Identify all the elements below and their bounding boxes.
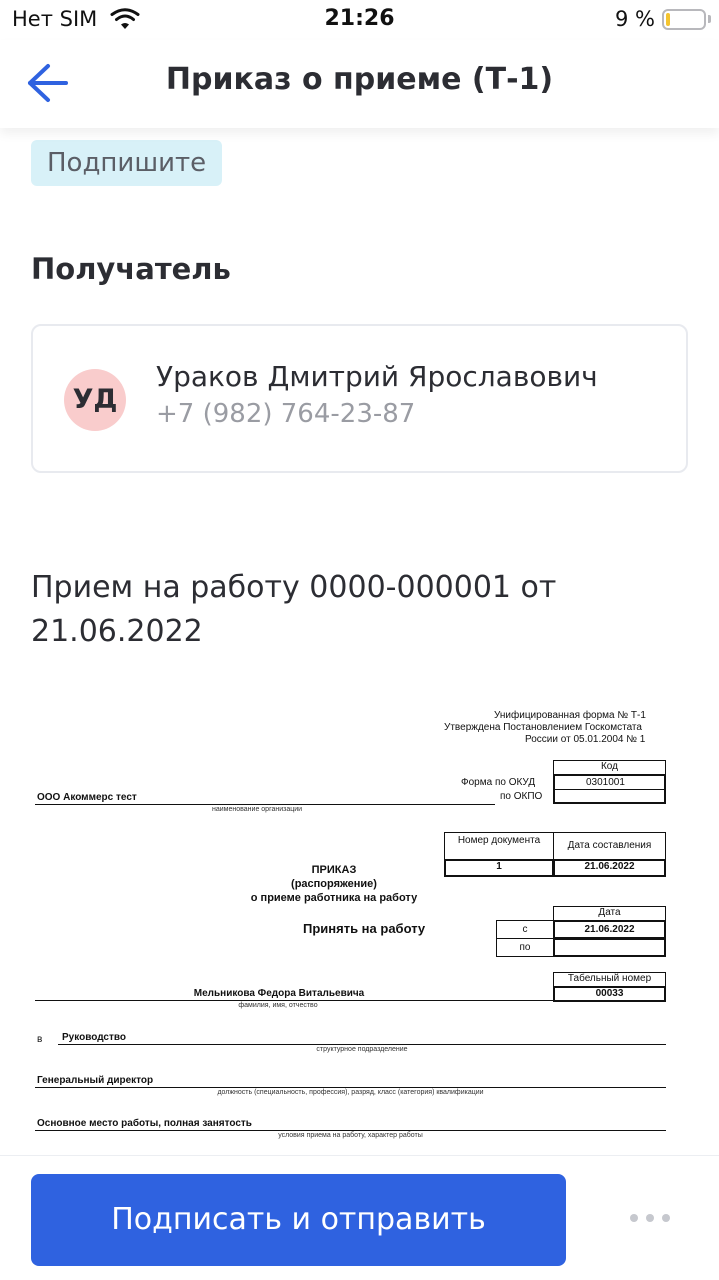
date-header-cell: Дата <box>553 906 666 921</box>
employee-caption: фамилия, имя, отчество <box>238 1002 318 1009</box>
doc-number-header: Номер документа <box>444 832 554 860</box>
battery-percent: 9 % <box>615 7 655 31</box>
battery-icon <box>662 9 706 30</box>
form-header-line1: Унифицированная форма № Т-1 <box>494 710 646 721</box>
date-label: Дата <box>598 907 621 918</box>
from-label-cell: с <box>496 920 554 939</box>
nav-bar: Приказ о приеме (Т-1) <box>0 40 719 128</box>
tab-number-header: Табельный номер <box>553 972 666 987</box>
tab-number: 00033 <box>595 988 624 999</box>
okud-value: 0301001 <box>586 777 625 788</box>
doc-date-label: Дата составления <box>567 840 652 851</box>
recipient-card[interactable]: УД Ураков Дмитрий Ярославович +7 (982) 7… <box>31 324 688 473</box>
document-title: Прием на работу 0000-000001 от 21.06.202… <box>31 570 557 649</box>
from-date: 21.06.2022 <box>584 924 635 935</box>
department: Руководство <box>62 1032 127 1043</box>
more-dots-icon[interactable] <box>626 1208 674 1228</box>
order-subject: о приеме работника на работу <box>250 892 418 904</box>
recipient-name: Ураков Дмитрий Ярославович <box>156 360 598 393</box>
position-caption: должность (специальность, профессия), ра… <box>217 1089 484 1096</box>
sign-and-send-button[interactable]: Подписать и отправить <box>31 1174 566 1266</box>
form-header-line3: России от 05.01.2004 № 1 <box>525 734 646 745</box>
organization-caption: наименование организации <box>212 806 303 813</box>
document-preview[interactable]: Унифицированная форма № Т-1 Утверждена П… <box>28 700 678 1150</box>
tab-number-cell: 00033 <box>553 986 666 1002</box>
from-label: с <box>522 924 528 935</box>
okud-label: Форма по ОКУД <box>461 777 536 788</box>
tab-number-label: Табельный номер <box>567 973 652 984</box>
hire-label: Принять на работу <box>303 921 426 936</box>
doc-date-header: Дата составления <box>553 832 666 860</box>
organization-name: ООО Акоммерс тест <box>37 792 137 803</box>
employee-line <box>35 1000 553 1001</box>
recipient-section-title: Получатель <box>31 252 231 286</box>
battery-tip <box>708 15 711 23</box>
okud-divider <box>555 789 664 790</box>
order-title: ПРИКАЗ <box>311 864 357 876</box>
department-caption: структурное подразделение <box>316 1046 408 1053</box>
status-badge: Подпишите <box>31 140 223 186</box>
to-label-cell: по <box>496 938 554 957</box>
conditions-line <box>35 1130 666 1131</box>
recipient-phone: +7 (982) 764-23-87 <box>156 399 416 429</box>
organization-line <box>35 804 495 805</box>
position-line <box>35 1087 666 1088</box>
to-label: по <box>519 942 531 953</box>
doc-number-label: Номер документа <box>457 835 541 846</box>
order-subtitle: (распоряжение) <box>291 878 377 890</box>
status-bar: Нет SIM 21:26 9 % <box>0 0 719 40</box>
conditions: Основное место работы, полная занятость <box>37 1118 252 1129</box>
okpo-label: по ОКПО <box>500 791 543 802</box>
code-header-cell: Код <box>553 760 666 775</box>
clock: 21:26 <box>324 6 395 31</box>
position: Генеральный директор <box>37 1075 154 1086</box>
to-date-cell <box>553 938 666 957</box>
from-date-cell: 21.06.2022 <box>553 920 666 939</box>
code-label: Код <box>600 761 618 772</box>
avatar: УД <box>64 369 126 431</box>
bottom-action-bar: Подписать и отправить <box>0 1155 719 1280</box>
employee-name: Мельникова Федора Витальевича <box>193 988 365 999</box>
department-line <box>58 1044 666 1045</box>
conditions-caption: условия приема на работу, характер работ… <box>278 1132 423 1139</box>
in-label: в <box>37 1034 43 1045</box>
page-title: Приказ о приеме (Т-1) <box>165 62 554 97</box>
form-header-line2: Утверждена Постановлением Госкомстата <box>444 722 642 733</box>
